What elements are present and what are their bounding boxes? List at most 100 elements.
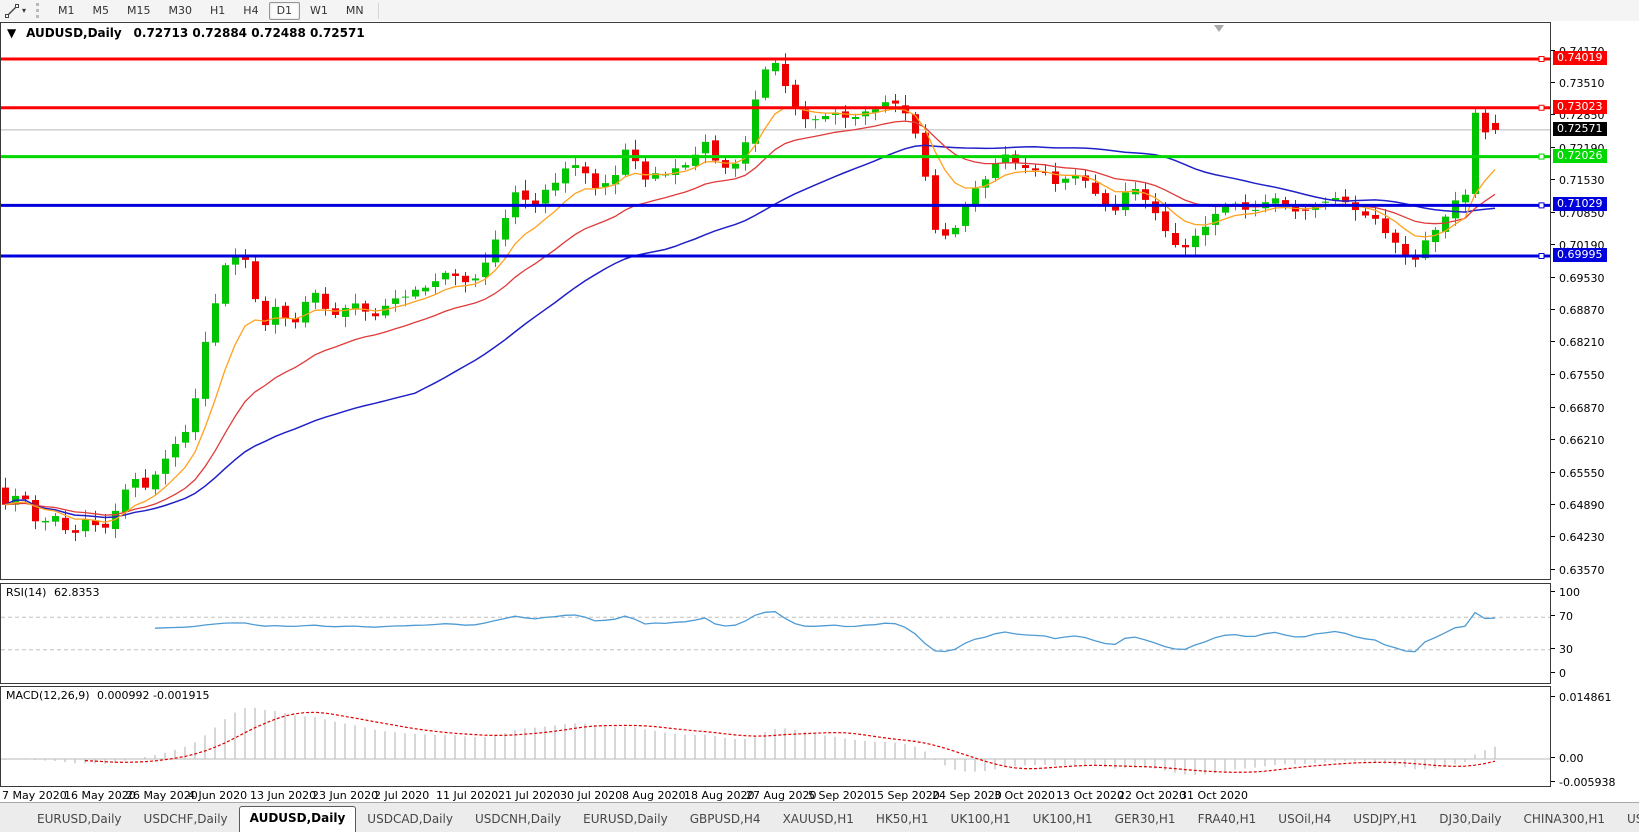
chart-tab-xauusd-h1[interactable]: XAUUSD,H1: [772, 807, 865, 832]
macd-signal-line: [85, 712, 1495, 772]
axis-tick-mark: [1551, 504, 1555, 505]
candle-body: [762, 69, 769, 97]
ma-fast-line: [5, 108, 1495, 522]
timeframe-button-D1[interactable]: D1: [269, 2, 300, 20]
macd-panel[interactable]: MACD(12,26,9) 0.000992 -0.001915: [0, 686, 1551, 787]
chart-tab-usoil-h4[interactable]: USOil,H4: [1267, 807, 1342, 832]
candle-body: [792, 85, 799, 108]
axis-tick-mark: [1551, 212, 1555, 213]
macd-histogram-bar: [1264, 759, 1265, 766]
price-tick-0.68870: 0.68870: [1559, 304, 1605, 317]
macd-histogram-bar: [1074, 759, 1075, 765]
date-label: 5 Sep 2020: [808, 789, 871, 802]
macd-histogram-bar: [754, 736, 755, 759]
price-tick-0.64890: 0.64890: [1559, 499, 1605, 512]
chart-tab-usdcnh-daily[interactable]: USDCNH,Daily: [464, 807, 572, 832]
toolbar-grip[interactable]: [36, 3, 43, 18]
macd-histogram-bar: [1124, 759, 1125, 768]
chart-tab-uk100-h1[interactable]: UK100,H1: [940, 807, 1022, 832]
price-chart-panel[interactable]: ▼ AUDUSD,Daily 0.72713 0.72884 0.72488 0…: [0, 22, 1551, 580]
level-line-handle[interactable]: [1539, 253, 1544, 258]
candle-body: [1162, 211, 1169, 231]
macd-histogram-bar: [424, 734, 425, 759]
chart-tab-eurusd-daily[interactable]: EURUSD,Daily: [572, 807, 679, 832]
candle-body: [172, 444, 179, 457]
macd-histogram-bar: [4, 759, 5, 760]
timeframe-button-M5[interactable]: M5: [85, 2, 118, 20]
candle-body: [962, 206, 969, 226]
chart-tab-uk100-h1[interactable]: UK100,H1: [1022, 807, 1104, 832]
line-studies-icon[interactable]: ▾: [2, 2, 28, 20]
chart-tab-usdchf-daily[interactable]: USDCHF,Daily: [133, 807, 239, 832]
chart-tab-bar: EURUSD,DailyUSDCHF,DailyAUDUSD,DailyUSDC…: [0, 802, 1639, 832]
macd-histogram-bar: [814, 734, 815, 759]
macd-histogram-bar: [1014, 759, 1015, 766]
macd-histogram-bar: [634, 727, 635, 759]
date-label: 13 Jun 2020: [250, 789, 316, 802]
candle-body: [442, 273, 449, 279]
chart-tab-usoil-h1[interactable]: USOil,H1: [1616, 807, 1639, 832]
chart-tab-dj30-daily[interactable]: DJ30,Daily: [1428, 807, 1512, 832]
candle-body: [952, 228, 959, 234]
macd-histogram-bar: [244, 708, 245, 759]
macd-histogram-bar: [854, 740, 855, 759]
level-line-handle[interactable]: [1539, 203, 1544, 208]
candle-body: [1202, 227, 1209, 235]
candle-body: [752, 99, 759, 143]
axis-tick-mark: [1551, 591, 1555, 592]
macd-histogram-bar: [214, 728, 215, 759]
chart-tab-gbpusd-h4[interactable]: GBPUSD,H4: [679, 807, 772, 832]
chart-tab-audusd-daily[interactable]: AUDUSD,Daily: [239, 806, 357, 832]
axis-tick-mark: [1551, 147, 1555, 148]
rsi-panel[interactable]: RSI(14) 62.8353: [0, 583, 1551, 684]
price-tick-0.68210: 0.68210: [1559, 336, 1605, 349]
chart-tab-usdcad-daily[interactable]: USDCAD,Daily: [356, 807, 464, 832]
date-label: 31 Oct 2020: [1180, 789, 1248, 802]
date-label: 23 Jun 2020: [312, 789, 378, 802]
timeframe-button-M30[interactable]: M30: [161, 2, 201, 20]
level-line-handle[interactable]: [1539, 57, 1544, 62]
axis-tick-mark: [1551, 757, 1555, 758]
candle-body: [32, 500, 39, 521]
timeframe-buttons: M1M5M15M30H1H4D1W1MN: [49, 2, 373, 20]
price-axis: 0.741700.735100.728500.721900.715300.708…: [1551, 21, 1639, 802]
timeframe-button-W1[interactable]: W1: [302, 2, 336, 20]
date-label: 30 Jul 2020: [560, 789, 622, 802]
ma-slow-line: [5, 145, 1495, 517]
macd-histogram-bar: [894, 743, 895, 759]
macd-histogram-bar: [544, 727, 545, 759]
timeframe-button-H4[interactable]: H4: [235, 2, 266, 20]
chart-shift-marker[interactable]: [1214, 25, 1224, 32]
chart-tab-fra40-h1[interactable]: FRA40,H1: [1187, 807, 1268, 832]
candle-body: [72, 530, 79, 533]
timeframe-button-H1[interactable]: H1: [202, 2, 233, 20]
macd-histogram-bar: [1164, 759, 1165, 771]
chart-tab-ger30-h1[interactable]: GER30,H1: [1104, 807, 1187, 832]
macd-histogram-bar: [1304, 759, 1305, 764]
macd-histogram-bar: [1364, 759, 1365, 762]
timeframe-button-M15[interactable]: M15: [119, 2, 159, 20]
level-line-handle[interactable]: [1539, 154, 1544, 159]
candle-body: [592, 173, 599, 188]
chart-tab-china300-h1[interactable]: CHINA300,H1: [1513, 807, 1617, 832]
timeframe-button-MN[interactable]: MN: [338, 2, 372, 20]
candle-body: [682, 165, 689, 168]
macd-histogram-bar: [1494, 747, 1495, 759]
timeframe-button-M1[interactable]: M1: [50, 2, 83, 20]
macd-histogram-bar: [694, 735, 695, 759]
level-line-handle[interactable]: [1539, 105, 1544, 110]
chart-tab-hk50-h1[interactable]: HK50,H1: [865, 807, 940, 832]
macd-histogram-bar: [1224, 759, 1225, 771]
chart-tab-eurusd-daily[interactable]: EURUSD,Daily: [26, 807, 133, 832]
chart-tab-usdjpy-h1[interactable]: USDJPY,H1: [1342, 807, 1428, 832]
macd-histogram-bar: [844, 738, 845, 759]
price-tick-0.71530: 0.71530: [1559, 174, 1605, 187]
macd-tick-0.00: 0.00: [1559, 752, 1584, 765]
candle-body: [492, 240, 499, 263]
collapse-icon[interactable]: ▼: [7, 26, 16, 40]
price-tick-0.66210: 0.66210: [1559, 434, 1605, 447]
macd-value: 0.000992 -0.001915: [97, 689, 209, 702]
date-label: 21 Jul 2020: [498, 789, 560, 802]
candle-body: [102, 524, 109, 528]
date-label: 24 Sep 2020: [932, 789, 1002, 802]
